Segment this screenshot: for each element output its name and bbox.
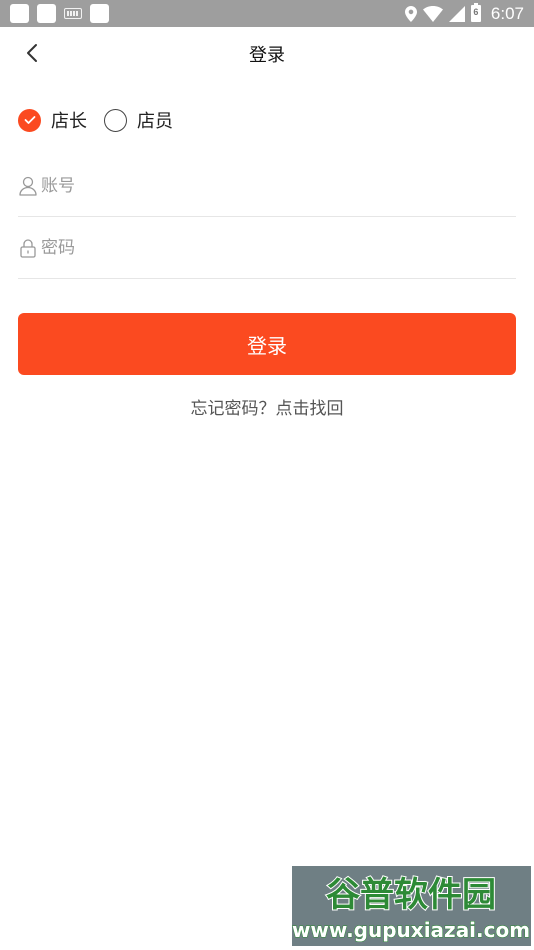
notification-icon xyxy=(37,4,56,23)
page-title: 登录 xyxy=(249,45,285,66)
status-time: 6:07 xyxy=(490,3,524,23)
notification-icon xyxy=(90,4,109,23)
signal-icon xyxy=(448,5,465,22)
lock-icon xyxy=(18,237,38,259)
role-label: 店员 xyxy=(137,111,173,132)
account-field xyxy=(18,155,516,217)
password-field xyxy=(18,217,516,279)
account-input[interactable] xyxy=(41,175,501,196)
svg-text:www.gupuxiazai.com: www.gupuxiazai.com xyxy=(292,918,530,942)
role-option-clerk[interactable]: 店员 xyxy=(104,107,173,133)
password-input[interactable] xyxy=(41,237,501,258)
radio-unchecked-icon[interactable] xyxy=(104,108,127,132)
role-selector: 店长 店员 xyxy=(18,106,190,134)
svg-text:谷普软件园: 谷普软件园 xyxy=(326,875,496,915)
login-button[interactable]: 登录 xyxy=(18,313,516,375)
radio-checked-icon[interactable] xyxy=(18,108,41,132)
battery-level: 6 xyxy=(473,7,479,17)
role-option-manager[interactable]: 店长 xyxy=(18,107,87,133)
watermark-logo: 谷普软件园 www.gupuxiazai.com xyxy=(292,866,531,946)
forgot-password-link[interactable]: 忘记密码？点击找回 xyxy=(0,394,534,419)
check-icon xyxy=(24,116,35,124)
header: 登录 xyxy=(0,27,534,79)
role-label: 店长 xyxy=(51,111,87,132)
notification-icon xyxy=(10,4,29,23)
battery-icon: 6 xyxy=(470,3,481,22)
status-bar: 6 6:07 xyxy=(0,0,534,27)
wifi-icon xyxy=(422,5,443,22)
keyboard-icon xyxy=(64,8,82,19)
user-icon xyxy=(18,175,38,197)
location-icon xyxy=(404,5,417,22)
